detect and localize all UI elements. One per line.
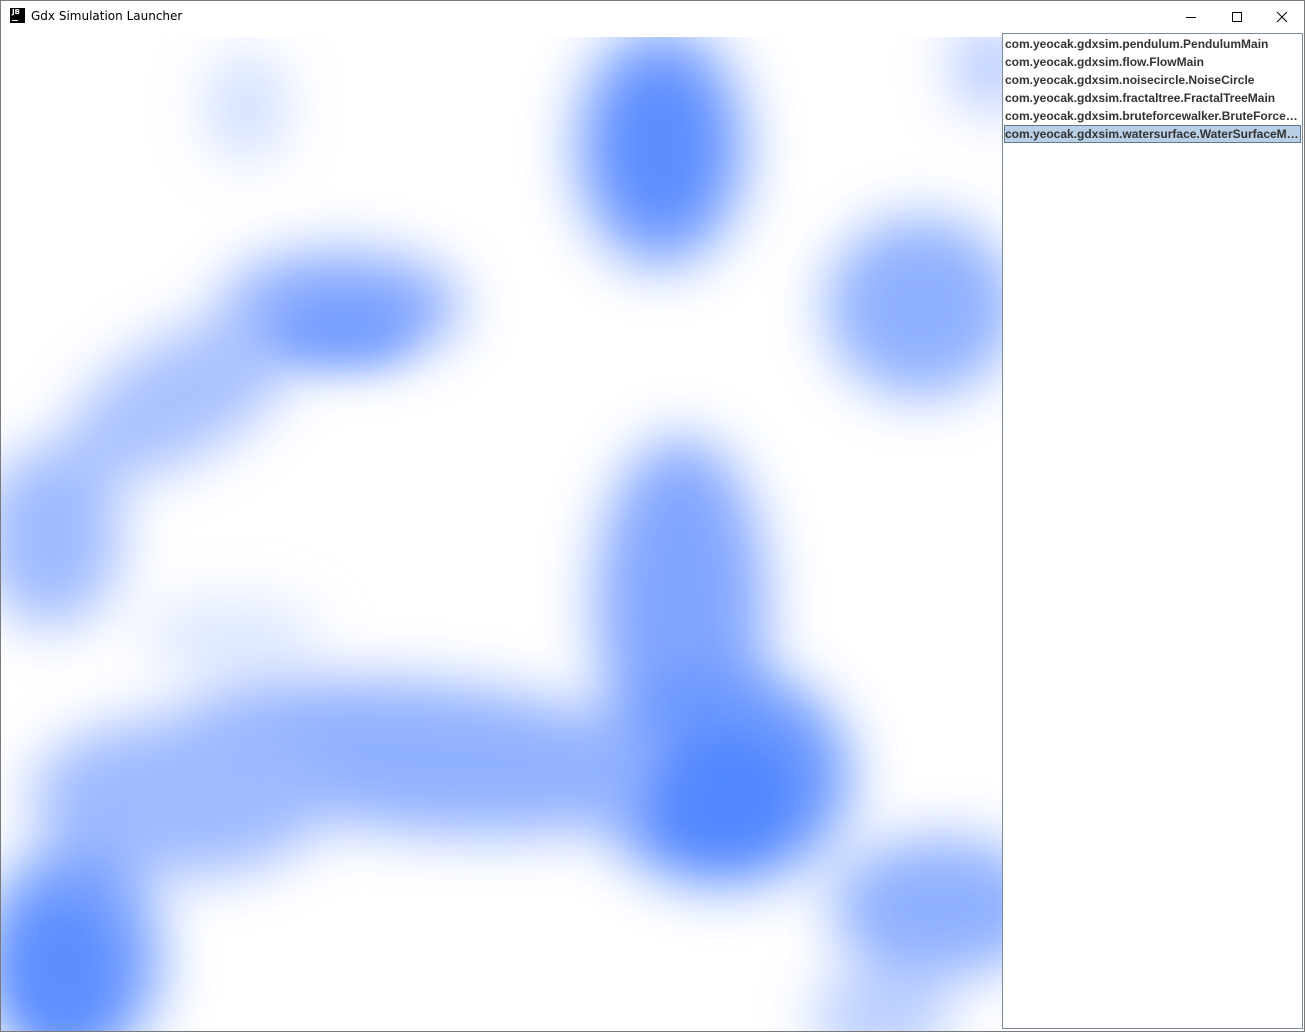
list-item[interactable]: com.yeocak.gdxsim.pendulum.PendulumMain <box>1004 35 1301 53</box>
list-item[interactable]: com.yeocak.gdxsim.fractaltree.FractalTre… <box>1004 89 1301 107</box>
minimize-button[interactable] <box>1168 1 1214 32</box>
window-title: Gdx Simulation Launcher <box>31 9 183 23</box>
water-surface-render <box>1 37 1002 1031</box>
launcher-window: JB Gdx Simulation Launcher com.yeocak.gd… <box>0 0 1305 1032</box>
title-bar[interactable]: JB Gdx Simulation Launcher <box>1 1 1304 32</box>
minimize-icon <box>1186 16 1196 18</box>
close-icon <box>1276 11 1288 22</box>
list-item[interactable]: com.yeocak.gdxsim.watersurface.WaterSurf… <box>1004 125 1301 143</box>
close-button[interactable] <box>1259 1 1304 32</box>
maximize-button[interactable] <box>1214 1 1260 32</box>
list-item[interactable]: com.yeocak.gdxsim.noisecircle.NoiseCircl… <box>1004 71 1301 89</box>
list-item[interactable]: com.yeocak.gdxsim.bruteforcewalker.Brute… <box>1004 107 1301 125</box>
simulation-list[interactable]: com.yeocak.gdxsim.pendulum.PendulumMain c… <box>1002 33 1303 1029</box>
list-item[interactable]: com.yeocak.gdxsim.flow.FlowMain <box>1004 53 1301 71</box>
maximize-icon <box>1232 11 1242 22</box>
jb-app-icon: JB <box>10 8 25 23</box>
simulation-canvas[interactable] <box>1 37 1002 1031</box>
